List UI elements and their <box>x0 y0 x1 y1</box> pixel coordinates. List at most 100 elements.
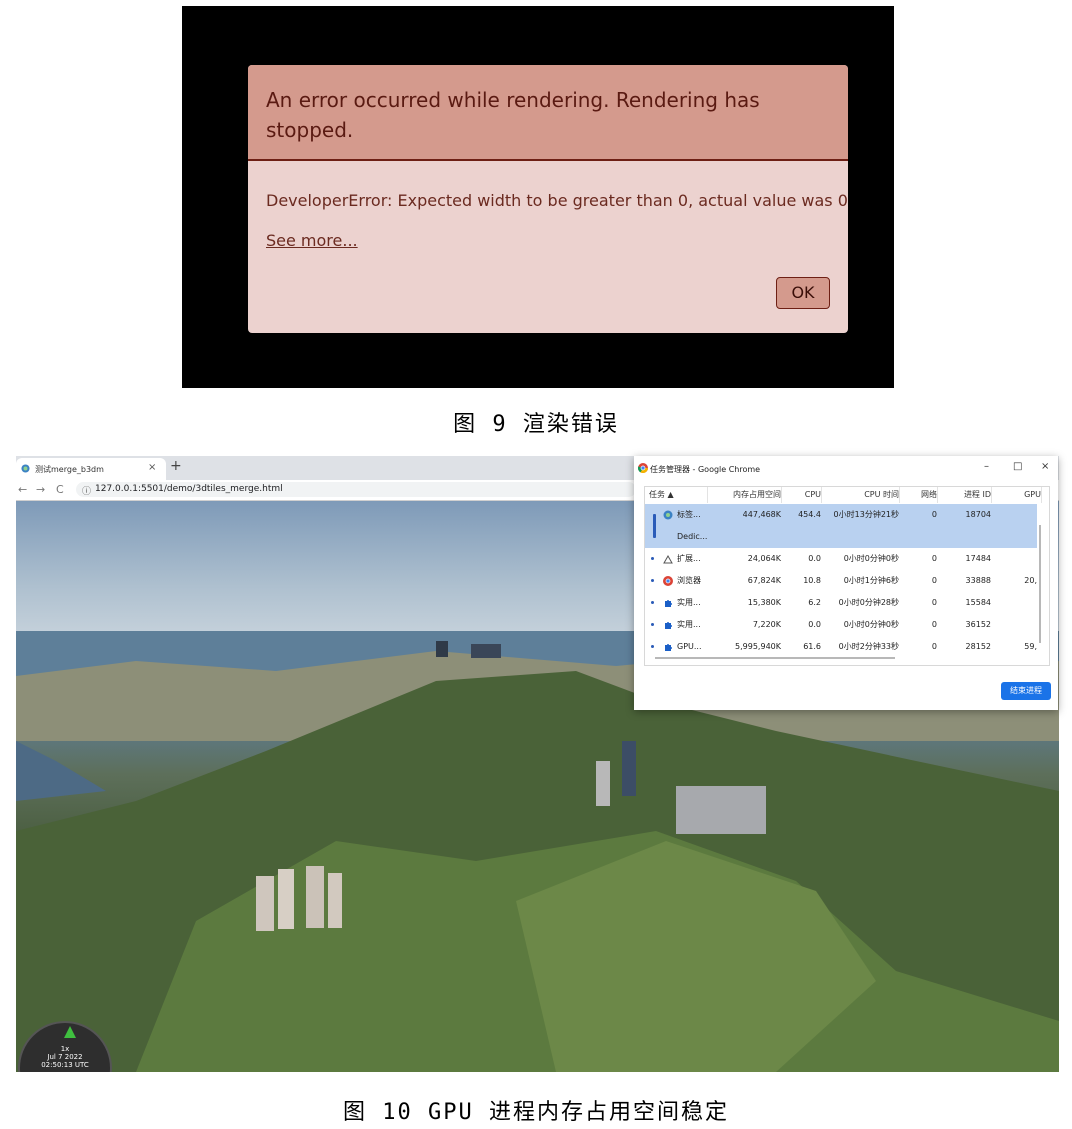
table-row[interactable]: 实用... 7,220K 0.0 0小时0分钟0秒 0 36152 <box>645 614 1037 636</box>
close-button[interactable]: × <box>1041 461 1049 472</box>
puzzle-icon <box>665 644 672 651</box>
chrome-icon <box>663 576 673 586</box>
chrome-tab-icon <box>663 510 673 520</box>
extension-icon <box>663 554 673 564</box>
ok-button[interactable]: OK <box>776 277 830 309</box>
table-row[interactable]: 实用... 15,380K 6.2 0小时0分钟28秒 0 15584 <box>645 592 1037 614</box>
network-value: 0 <box>931 576 937 585</box>
table-row[interactable]: 标签... Dedic... 447,468K 454.4 0小时13分钟21秒… <box>645 504 1037 548</box>
cpu-value: 10.8 <box>803 576 821 585</box>
cpu-time-value: 0小时0分钟0秒 <box>843 554 899 563</box>
url-field[interactable]: ⓘ 127.0.0.1:5501/demo/3dtiles_merge.html <box>76 482 636 497</box>
browser-tab[interactable]: 测试merge_b3dm × <box>16 458 166 480</box>
gpu-value: 59, <box>1024 642 1037 651</box>
error-dialog: An error occurred while rendering. Rende… <box>248 65 848 333</box>
building <box>306 866 324 928</box>
building <box>328 873 342 928</box>
building <box>596 761 610 806</box>
chrome-icon <box>638 463 648 473</box>
network-value: 0 <box>931 642 937 651</box>
task-name-sub: Dedic... <box>677 532 708 541</box>
column-header-task[interactable]: 任务 ▲ <box>649 487 708 503</box>
memory-value: 15,380K <box>747 598 781 607</box>
row-bullet <box>651 623 654 626</box>
memory-value: 67,824K <box>747 576 781 585</box>
process-table: 任务 ▲ 内存占用空间 CPU CPU 时间 网络 进程 ID GPU 标签..… <box>644 486 1050 666</box>
new-tab-button[interactable]: + <box>170 458 182 474</box>
building <box>436 641 448 657</box>
task-name: 扩展... <box>677 554 701 563</box>
cpu-value: 0.0 <box>808 554 821 563</box>
task-manager-titlebar: 任务管理器 - Google Chrome – □ × <box>634 456 1058 480</box>
building <box>622 741 636 796</box>
network-value: 0 <box>931 510 937 519</box>
cpu-time-value: 0小时13分钟21秒 <box>833 510 899 519</box>
tab-close-icon[interactable]: × <box>148 462 156 473</box>
table-row[interactable]: 浏览器 67,824K 10.8 0小时1分钟6秒 0 33888 20, <box>645 570 1037 592</box>
error-dialog-header: An error occurred while rendering. Rende… <box>248 65 848 161</box>
bay-water <box>16 741 106 801</box>
column-header-network[interactable]: 网络 <box>903 487 938 503</box>
cpu-value: 61.6 <box>803 642 821 651</box>
horizontal-scrollbar[interactable] <box>655 657 895 659</box>
pid-value: 36152 <box>965 620 991 629</box>
clock-time: 02:50:13 UTC <box>41 1061 89 1069</box>
row-bullet <box>651 601 654 604</box>
column-header-memory[interactable]: 内存占用空间 <box>711 487 782 503</box>
task-manager-title: 任务管理器 - Google Chrome <box>650 465 761 474</box>
cpu-time-value: 0小时2分钟33秒 <box>838 642 899 651</box>
tab-title: 测试merge_b3dm <box>35 465 104 474</box>
building <box>256 876 274 931</box>
pid-value: 15584 <box>965 598 991 607</box>
memory-value: 7,220K <box>752 620 781 629</box>
gpu-value <box>995 592 1037 614</box>
column-header-gpu[interactable]: GPU <box>995 487 1042 503</box>
row-bullet <box>651 557 654 560</box>
column-header-cpu[interactable]: CPU <box>785 487 822 503</box>
cpu-value: 6.2 <box>808 598 821 607</box>
globe-icon <box>21 464 30 473</box>
back-button[interactable]: ← <box>18 483 27 496</box>
memory-value: 5,995,940K <box>735 642 781 651</box>
group-marker <box>653 514 656 538</box>
task-name: GPU... <box>677 642 702 651</box>
forward-button[interactable]: → <box>36 483 45 496</box>
info-icon[interactable]: ⓘ <box>82 484 91 497</box>
cpu-time-value: 0小时0分钟0秒 <box>843 620 899 629</box>
pid-value: 28152 <box>965 642 991 651</box>
maximize-button[interactable]: □ <box>1013 461 1022 472</box>
cpu-value: 454.4 <box>798 510 821 519</box>
pid-value: 17484 <box>965 554 991 563</box>
network-value: 0 <box>931 554 937 563</box>
table-row[interactable]: GPU... 5,995,940K 61.6 0小时2分钟33秒 0 28152… <box>645 636 1037 658</box>
cpu-value: 0.0 <box>808 620 821 629</box>
vertical-scrollbar[interactable] <box>1039 525 1041 643</box>
task-name: 浏览器 <box>677 576 701 585</box>
pid-value: 18704 <box>965 510 991 519</box>
see-more-link[interactable]: See more... <box>266 231 358 250</box>
gpu-value <box>995 548 1037 570</box>
gpu-value <box>995 504 1037 526</box>
memory-value: 24,064K <box>747 554 781 563</box>
cpu-time-value: 0小时1分钟6秒 <box>843 576 899 585</box>
network-value: 0 <box>931 598 937 607</box>
building <box>278 869 294 929</box>
minimize-button[interactable]: – <box>984 461 989 472</box>
url-text: 127.0.0.1:5501/demo/3dtiles_merge.html <box>95 484 283 494</box>
memory-value: 447,468K <box>742 510 781 519</box>
building <box>471 644 501 658</box>
puzzle-icon <box>665 622 672 629</box>
gpu-value <box>995 614 1037 636</box>
figure-9-caption: 图 9 渲染错误 <box>453 412 619 437</box>
error-dialog-title: An error occurred while rendering. Rende… <box>266 88 760 142</box>
column-header-pid[interactable]: 进程 ID <box>941 487 992 503</box>
column-header-cpu-time[interactable]: CPU 时间 <box>825 487 900 503</box>
table-row[interactable]: 扩展... 24,064K 0.0 0小时0分钟0秒 0 17484 <box>645 548 1037 570</box>
clock-needle-icon <box>64 1026 76 1038</box>
end-process-button[interactable]: 结束进程 <box>1001 682 1051 700</box>
reload-button[interactable]: C <box>56 483 64 496</box>
gpu-value: 20, <box>1024 576 1037 585</box>
task-manager-window: 任务管理器 - Google Chrome – □ × 任务 ▲ 内存占用空间 … <box>634 456 1058 710</box>
network-value: 0 <box>931 620 937 629</box>
task-name: 标签... <box>677 510 701 519</box>
